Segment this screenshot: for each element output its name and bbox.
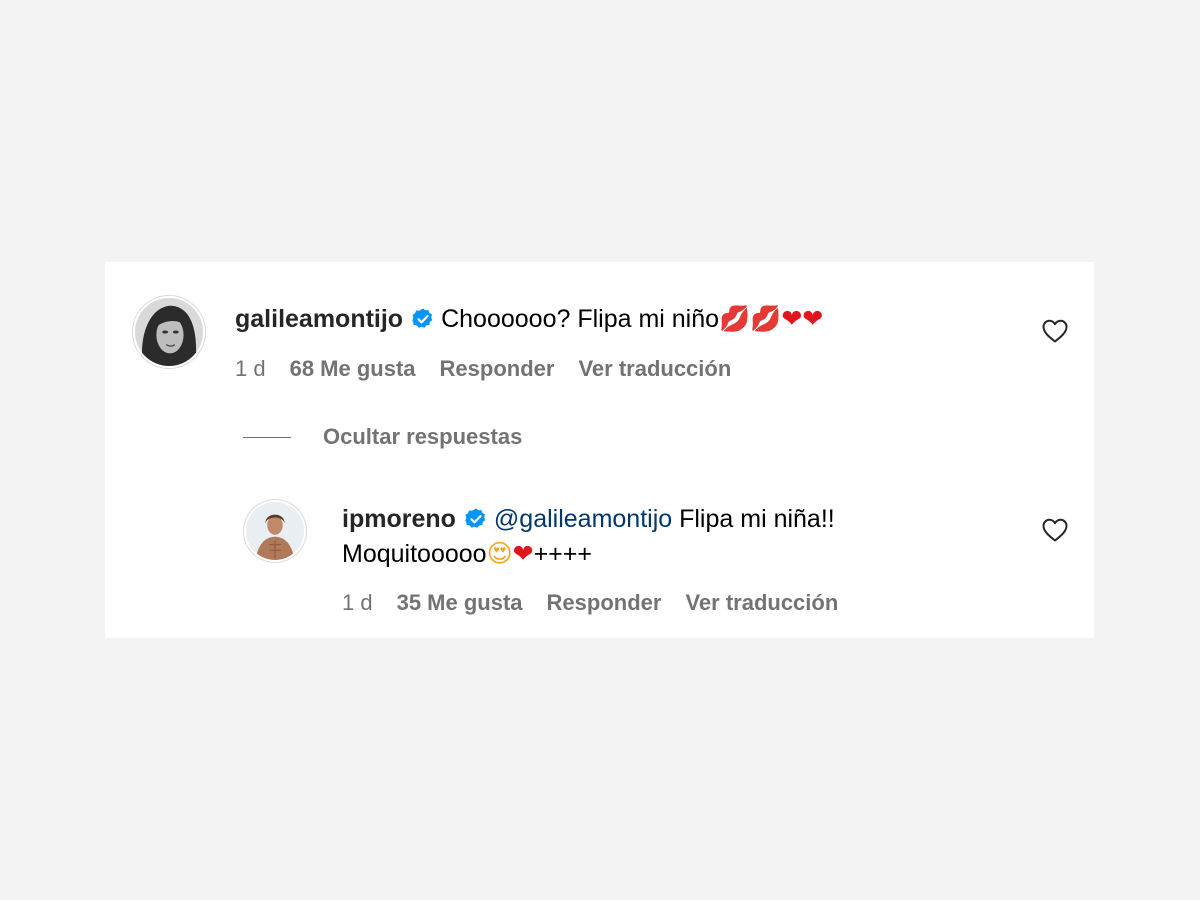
reply-meta: 1 d 35 Me gusta Responder Ver traducción bbox=[342, 588, 862, 618]
reply-time: 1 d bbox=[342, 590, 373, 615]
mention-link[interactable]: @galileamontijo bbox=[494, 505, 672, 533]
reply-button[interactable]: Responder bbox=[440, 356, 555, 381]
reply-button[interactable]: Responder bbox=[547, 590, 662, 615]
avatar-galileamontijo[interactable] bbox=[132, 295, 206, 369]
comment-time: 1 d bbox=[235, 356, 266, 381]
avatar-ipmoreno[interactable] bbox=[243, 499, 307, 563]
red-heart-emoji: ❤ bbox=[802, 304, 824, 333]
comment-body: Choooooo? Flipa mi niño bbox=[441, 305, 720, 333]
heart-outline-icon[interactable] bbox=[1042, 319, 1068, 343]
comment-likes-count[interactable]: 68 Me gusta bbox=[290, 356, 416, 381]
hide-replies-label: Ocultar respuestas bbox=[323, 424, 523, 449]
divider-line bbox=[243, 436, 291, 438]
kiss-mark-emoji: 💋 bbox=[719, 304, 751, 333]
reply-body-line-1: Flipa mi niña!! bbox=[679, 505, 835, 533]
comment-username[interactable]: galileamontijo bbox=[235, 305, 403, 333]
avatar-image bbox=[135, 298, 203, 366]
comment-meta: 1 d 68 Me gusta Responder Ver traducción bbox=[235, 354, 755, 384]
reply-suffix: ++++ bbox=[533, 540, 592, 568]
reply-text-line-1: ipmoreno @galileamontijo Flipa mi niña!! bbox=[342, 502, 835, 536]
hide-replies-toggle[interactable]: Ocultar respuestas bbox=[243, 422, 522, 452]
reply-likes-count[interactable]: 35 Me gusta bbox=[397, 590, 523, 615]
kiss-mark-emoji: 💋 bbox=[750, 304, 782, 333]
comments-card: galileamontijo Choooooo? Flipa mi niño💋💋❤… bbox=[105, 262, 1094, 638]
see-translation-button[interactable]: Ver traducción bbox=[578, 356, 731, 381]
heart-outline-icon[interactable] bbox=[1042, 518, 1068, 542]
reply-text-line-2: Moquitooooo😍❤++++ bbox=[342, 537, 592, 571]
reply-username[interactable]: ipmoreno bbox=[342, 505, 456, 533]
comment-text-line: galileamontijo Choooooo? Flipa mi niño💋💋❤… bbox=[235, 302, 823, 336]
verified-badge-icon bbox=[411, 307, 435, 331]
reply-body-line-2: Moquitooooo bbox=[342, 540, 487, 568]
avatar-image bbox=[246, 502, 304, 560]
red-heart-emoji: ❤ bbox=[781, 304, 803, 333]
verified-badge-icon bbox=[464, 507, 488, 531]
see-translation-button[interactable]: Ver traducción bbox=[685, 590, 838, 615]
heart-eyes-emoji: 😍 bbox=[486, 539, 513, 568]
red-heart-emoji: ❤ bbox=[512, 539, 534, 568]
